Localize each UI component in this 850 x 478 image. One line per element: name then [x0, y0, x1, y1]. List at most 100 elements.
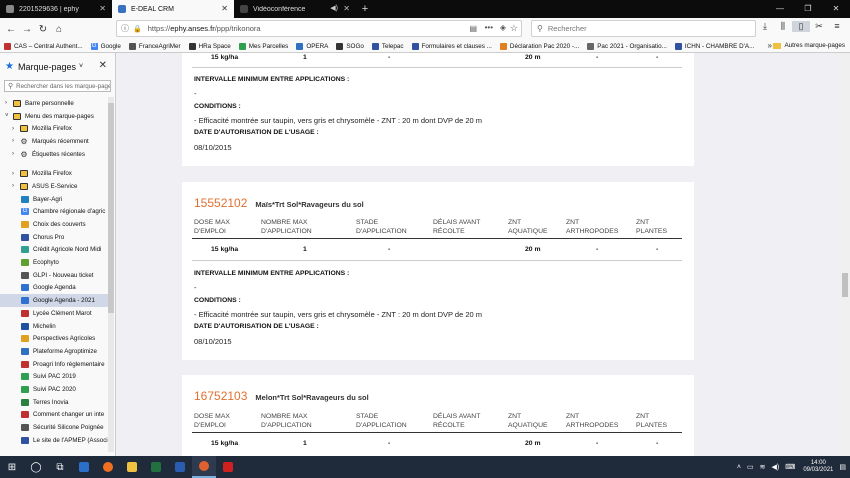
- search-box[interactable]: ⚲ Rechercher: [531, 20, 756, 37]
- sidebar-item[interactable]: › Mozilla Firefox: [0, 167, 108, 180]
- bookmark-item[interactable]: Mes Parcelles: [238, 42, 288, 50]
- sidebar-item[interactable]: Perspectives Agricoles: [0, 332, 108, 345]
- sidebar-item[interactable]: Proagri Info réglementaire: [0, 358, 108, 371]
- search-icon[interactable]: ◯: [24, 456, 48, 478]
- sidebar-item[interactable]: GLPI - Nouveau ticket: [0, 269, 108, 282]
- minimize-icon[interactable]: —: [766, 0, 794, 18]
- reader-view-icon[interactable]: ▤: [469, 24, 477, 33]
- restore-icon[interactable]: ❐: [794, 0, 822, 18]
- bookmark-item[interactable]: Déclaration Pac 2020 -...: [499, 42, 579, 50]
- speaker-icon[interactable]: ◀): [330, 4, 338, 12]
- sidebar-item[interactable]: › ⚙ Marqués récemment: [0, 135, 108, 148]
- sidebar-item[interactable]: Terres Inovia: [0, 396, 108, 409]
- other-bookmarks[interactable]: Autres marque-pages: [773, 42, 845, 49]
- new-tab-button[interactable]: +: [356, 0, 374, 18]
- sidebar-item[interactable]: Google Agenda: [0, 282, 108, 295]
- chevron-down-icon[interactable]: ˅: [5, 113, 11, 119]
- sidebar-item[interactable]: ˅ Menu des marque-pages: [0, 110, 108, 123]
- firefox-active-icon[interactable]: [192, 456, 216, 478]
- clock[interactable]: 14:00 09/03/2021: [803, 460, 833, 474]
- screenshot-icon[interactable]: ✂: [810, 21, 828, 32]
- page-actions-icon[interactable]: •••: [485, 23, 493, 32]
- tab-ephy[interactable]: 2201529636 | ephy ✕: [0, 0, 112, 18]
- sidebar-item[interactable]: Ecophyto: [0, 256, 108, 269]
- product-code[interactable]: 16752103: [194, 389, 247, 403]
- bookmark-item[interactable]: G Google: [90, 42, 121, 50]
- bookmark-item[interactable]: HRa Space: [188, 42, 231, 50]
- sidebar-item[interactable]: Suivi PAC 2019: [0, 370, 108, 383]
- chevron-right-icon[interactable]: ›: [12, 151, 18, 157]
- reload-icon[interactable]: ↻: [35, 24, 51, 35]
- back-icon[interactable]: ←: [3, 24, 19, 35]
- bookmark-item[interactable]: SOGo: [336, 42, 364, 50]
- tab-videoconference[interactable]: Vidéoconférence ◀) ✕: [234, 0, 356, 18]
- scrollbar-thumb[interactable]: [842, 273, 848, 297]
- bookmark-item[interactable]: CAS – Central Authent...: [4, 42, 83, 50]
- url-bar[interactable]: ⓘ 🔒 https://ephy.anses.fr/ppp/trikonora …: [116, 20, 522, 37]
- sidebar-item[interactable]: Sécurité Silicone Poignée: [0, 421, 108, 434]
- menu-icon[interactable]: ≡: [828, 21, 846, 32]
- chevron-right-icon[interactable]: »: [768, 41, 772, 50]
- bookmark-item[interactable]: Formulaires et clauses ...: [411, 42, 492, 50]
- sidebar-search-input[interactable]: ⚲ Rechercher dans les marque-pages: [4, 80, 111, 92]
- sidebar-item[interactable]: Le site de l'APMEP (Associ: [0, 434, 108, 447]
- firefox-icon[interactable]: [96, 456, 120, 478]
- task-view-icon[interactable]: ⧉: [48, 456, 72, 478]
- bookmark-item[interactable]: OPERA: [296, 42, 328, 50]
- info-icon[interactable]: ⓘ: [121, 23, 129, 34]
- library-icon[interactable]: ⫼: [774, 21, 792, 32]
- tab-edeal-crm[interactable]: E-DEAL CRM ✕: [112, 0, 234, 18]
- home-icon[interactable]: ⌂: [51, 24, 67, 35]
- page-scrollbar[interactable]: [840, 53, 850, 456]
- bookmark-item[interactable]: Telepac: [371, 42, 404, 50]
- sidebar-item[interactable]: Michelin: [0, 320, 108, 333]
- chevron-up-icon[interactable]: ˄: [737, 464, 741, 471]
- close-icon[interactable]: ✕: [99, 4, 106, 13]
- sidebar-item[interactable]: G Chambre régionale d'agric: [0, 206, 108, 219]
- sidebar-item[interactable]: Crédit Agricole Nord Midi: [0, 244, 108, 257]
- wifi-icon[interactable]: ≋: [760, 463, 766, 471]
- windows-start-icon[interactable]: ⊞: [0, 456, 24, 478]
- chevron-right-icon[interactable]: ›: [12, 138, 18, 144]
- lock-icon[interactable]: 🔒: [133, 25, 142, 33]
- sidebar-item[interactable]: Google Agenda - 2021: [0, 294, 108, 307]
- chevron-right-icon[interactable]: ›: [12, 126, 18, 132]
- download-icon[interactable]: ⤓: [756, 21, 774, 32]
- sidebar-item[interactable]: › ⚙ Étiquettes récentes: [0, 148, 108, 161]
- chevron-right-icon[interactable]: ›: [12, 171, 18, 177]
- bookmark-item[interactable]: Pac 2021 - Organisatio...: [587, 42, 667, 50]
- bookmark-item[interactable]: ICHN - CHAMBRE D'A...: [674, 42, 754, 50]
- bookmark-item[interactable]: FranceAgriMer: [128, 42, 181, 50]
- sidebar-toggle-icon[interactable]: ▯: [792, 21, 810, 32]
- excel-icon[interactable]: [144, 456, 168, 478]
- sidebar-header[interactable]: ★ Marque-pages ˅ ✕: [0, 53, 115, 80]
- sidebar-item[interactable]: Lycée Clément Marot: [0, 307, 108, 320]
- chevron-right-icon[interactable]: ›: [12, 183, 18, 189]
- outlook-icon[interactable]: [72, 456, 96, 478]
- sidebar-item[interactable]: Chorus Pro: [0, 231, 108, 244]
- sidebar-item[interactable]: Suivi PAC 2020: [0, 383, 108, 396]
- file-explorer-icon[interactable]: [120, 456, 144, 478]
- sidebar-item[interactable]: Comment changer un inte: [0, 409, 108, 422]
- sidebar-item[interactable]: Plateforme Agroptimize: [0, 345, 108, 358]
- sidebar-item[interactable]: Choix des couverts: [0, 218, 108, 231]
- close-sidebar-icon[interactable]: ✕: [99, 60, 107, 71]
- product-code[interactable]: 15552102: [194, 196, 247, 210]
- word-icon[interactable]: [168, 456, 192, 478]
- battery-icon[interactable]: ▭: [747, 463, 754, 471]
- url-text[interactable]: https://ephy.anses.fr/ppp/trikonora: [148, 24, 261, 33]
- notifications-icon[interactable]: ▤: [839, 463, 846, 471]
- keyboard-icon[interactable]: ⌨: [785, 463, 795, 471]
- sidebar-item[interactable]: › ASUS E-Service: [0, 180, 108, 193]
- chevron-right-icon[interactable]: ›: [5, 100, 11, 106]
- close-icon[interactable]: ✕: [343, 4, 350, 13]
- volume-icon[interactable]: ◀): [772, 463, 780, 471]
- sidebar-scrollbar[interactable]: [108, 97, 114, 452]
- close-icon[interactable]: ✕: [221, 4, 228, 13]
- sidebar-item[interactable]: › Mozilla Firefox: [0, 122, 108, 135]
- pocket-icon[interactable]: ◈: [500, 23, 506, 32]
- close-window-icon[interactable]: ✕: [822, 0, 850, 18]
- sidebar-item[interactable]: › Barre personnelle: [0, 97, 108, 110]
- sidebar-item[interactable]: Bayer-Agri: [0, 193, 108, 206]
- forward-icon[interactable]: →: [19, 24, 35, 35]
